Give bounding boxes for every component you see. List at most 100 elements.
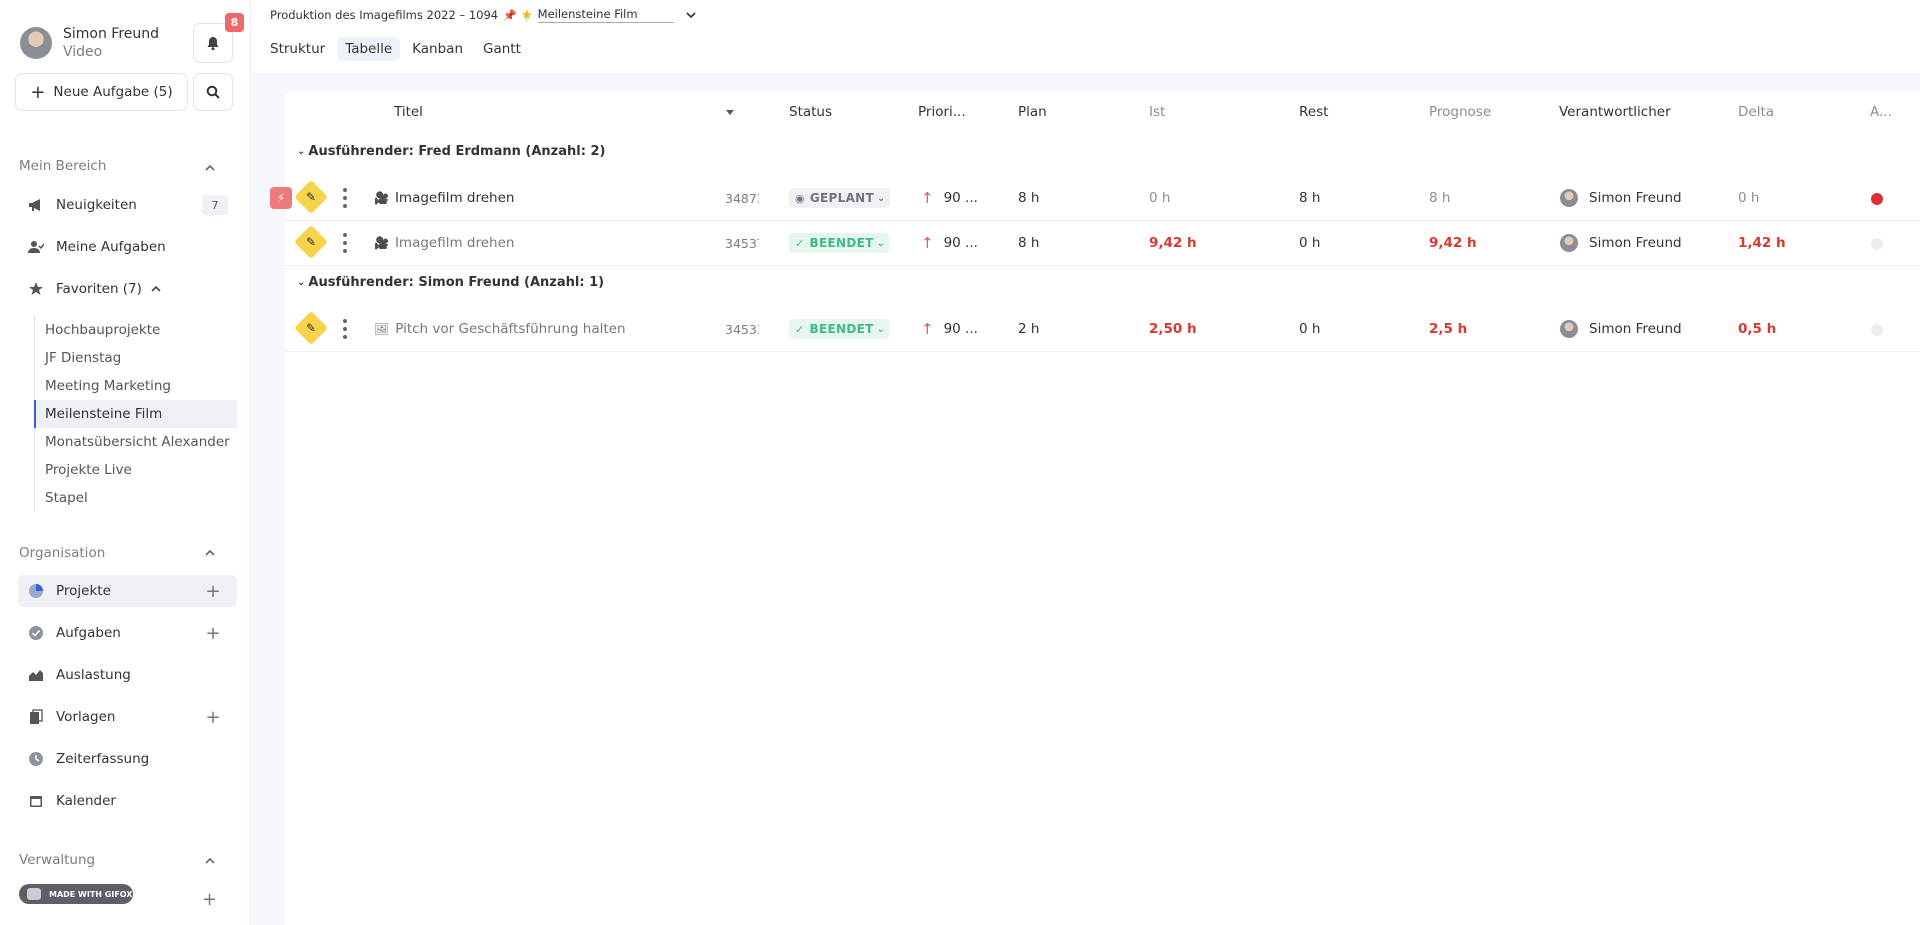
user-profile[interactable]: Simon Freund Video	[20, 25, 159, 61]
chevron-up-icon[interactable]	[203, 546, 217, 560]
favorite-item[interactable]: Meeting Marketing	[35, 372, 237, 400]
sidebar-item-label: Neuigkeiten	[56, 197, 137, 213]
gifox-icon	[27, 888, 41, 900]
favorite-item[interactable]: Projekte Live	[35, 456, 237, 484]
column-header-prognose[interactable]: Prognose	[1429, 104, 1491, 120]
favorite-item[interactable]: Hochbauprojekte	[35, 316, 237, 344]
sidebar-item-vorlagen[interactable]: Vorlagen +	[18, 701, 237, 733]
view-selector[interactable]: ★ Meilensteine Film	[521, 7, 696, 23]
responsible-cell[interactable]: Simon Freund	[1560, 176, 1682, 220]
tab-kanban[interactable]: Kanban	[404, 37, 471, 61]
edit-icon[interactable]: ✎	[294, 180, 328, 214]
status-dropdown[interactable]: ✓ BEENDET ⌄	[789, 319, 890, 339]
task-title-text: Pitch vor Geschäftsführung halten	[395, 321, 626, 337]
edit-icon[interactable]: ✎	[294, 225, 328, 259]
add-template-button[interactable]: +	[202, 707, 224, 728]
sidebar-item-projekte[interactable]: Projekte +	[18, 575, 237, 607]
sidebar-item-label: Auslastung	[56, 667, 131, 683]
project-title: Produktion des Imagefilms 2022 – 1094	[270, 8, 499, 22]
chevron-up-icon[interactable]	[203, 161, 217, 175]
user-role: Video	[63, 44, 103, 60]
group-label: Ausführender: Simon Freund (Anzahl: 1)	[308, 275, 605, 290]
column-header-ist[interactable]: Ist	[1149, 104, 1165, 120]
column-header-titel[interactable]: Titel	[394, 104, 423, 120]
tab-struktur[interactable]: Struktur	[262, 37, 333, 61]
rest-value: 8 h	[1299, 190, 1321, 206]
tab-gantt[interactable]: Gantt	[475, 37, 529, 61]
column-header-rest[interactable]: Rest	[1299, 104, 1328, 120]
add-admin-button[interactable]: +	[202, 889, 217, 910]
plan-value: 8 h	[1018, 190, 1040, 206]
calendar-icon	[26, 791, 46, 811]
chevron-down-icon[interactable]	[686, 11, 696, 19]
priority-value: 90 ...	[943, 235, 978, 251]
task-id: 34531	[725, 321, 759, 337]
add-task-button[interactable]: +	[202, 623, 224, 644]
tab-tabelle[interactable]: Tabelle	[337, 37, 401, 61]
user-check-icon	[26, 237, 46, 257]
planned-status-icon: ◉	[795, 191, 805, 205]
favorite-item[interactable]: Stapel	[35, 484, 237, 512]
pin-icon[interactable]: 📌	[503, 9, 517, 22]
table-row[interactable]: ✎ 🖼 Pitch vor Geschäftsführung halten 34…	[285, 307, 1920, 352]
status-dropdown[interactable]: ✓ BEENDET ⌄	[789, 233, 890, 253]
gifox-watermark: MADE WITH GIFOX	[19, 884, 133, 904]
sort-desc-icon[interactable]	[726, 110, 734, 115]
favorite-item-selected[interactable]: Meilensteine Film	[34, 400, 237, 428]
prognose-value: 2,5 h	[1429, 321, 1468, 337]
status-dot	[1871, 324, 1883, 336]
area-chart-icon	[26, 665, 46, 685]
copy-icon	[26, 707, 46, 727]
search-button[interactable]	[193, 73, 233, 111]
sidebar-item-label: Zeiterfassung	[56, 751, 150, 767]
table-row[interactable]: ✎ 🎥 Imagefilm drehen 34537 ✓ BEENDET ⌄ ↑…	[285, 221, 1920, 266]
add-project-button[interactable]: +	[202, 581, 224, 602]
sidebar-item-favoriten[interactable]: Favoriten (7)	[18, 273, 237, 305]
lightning-icon[interactable]: ⚡	[270, 187, 292, 209]
avatar	[20, 27, 52, 59]
sidebar-item-meine-aufgaben[interactable]: Meine Aufgaben	[18, 231, 237, 263]
favorites-list: Hochbauprojekte JF Dienstag Meeting Mark…	[34, 316, 237, 512]
check-icon: ✓	[795, 322, 805, 336]
plan-value: 8 h	[1018, 235, 1040, 251]
sidebar-item-label: Vorlagen	[56, 709, 116, 725]
responsible-cell[interactable]: Simon Freund	[1560, 307, 1682, 351]
responsible-cell[interactable]: Simon Freund	[1560, 221, 1682, 265]
prognose-value: 8 h	[1429, 190, 1451, 206]
priority-cell: ↑ 90 ...	[921, 221, 978, 265]
avatar	[1560, 189, 1578, 207]
sidebar-item-neuigkeiten[interactable]: Neuigkeiten 7	[18, 189, 237, 221]
task-title[interactable]: 🎥 Imagefilm drehen	[374, 221, 634, 265]
new-task-button[interactable]: + Neue Aufgabe (5)	[15, 73, 188, 111]
more-menu-icon[interactable]	[343, 233, 347, 253]
column-header-verantwortlicher[interactable]: Verantwortlicher	[1559, 104, 1671, 120]
chevron-up-icon[interactable]	[203, 854, 217, 868]
sidebar-item-auslastung[interactable]: Auslastung	[18, 659, 237, 691]
table-row[interactable]: ⚡ ✎ 🎥 Imagefilm drehen 34873 ◉ GEPLANT ⌄…	[270, 176, 1920, 221]
group-header[interactable]: ⌄ Ausführender: Simon Freund (Anzahl: 1)	[297, 275, 604, 290]
more-menu-icon[interactable]	[343, 188, 347, 208]
favorite-item[interactable]: JF Dienstag	[35, 344, 237, 372]
sidebar-item-kalender[interactable]: Kalender	[18, 785, 237, 817]
task-title[interactable]: 🖼 Pitch vor Geschäftsführung halten	[374, 307, 634, 351]
view-name-input[interactable]: Meilensteine Film	[537, 7, 674, 23]
sidebar-item-zeiterfassung[interactable]: Zeiterfassung	[18, 743, 237, 775]
group-header[interactable]: ⌄ Ausführender: Fred Erdmann (Anzahl: 2)	[297, 144, 605, 159]
column-header-delta[interactable]: Delta	[1738, 104, 1774, 120]
task-title[interactable]: 🎥 Imagefilm drehen	[374, 176, 634, 220]
more-menu-icon[interactable]	[343, 319, 347, 339]
status-dropdown[interactable]: ◉ GEPLANT ⌄	[789, 188, 890, 208]
column-header-status[interactable]: Status	[789, 104, 832, 120]
gifox-label: MADE WITH GIFOX	[49, 889, 133, 899]
bell-icon	[207, 36, 219, 50]
sidebar-item-aufgaben[interactable]: Aufgaben +	[18, 617, 237, 649]
column-header-plan[interactable]: Plan	[1018, 104, 1047, 120]
column-header-prioritaet[interactable]: Priori...	[918, 104, 966, 120]
column-header-a[interactable]: A...	[1870, 104, 1892, 120]
chevron-up-icon	[151, 285, 161, 292]
breadcrumb[interactable]: Produktion des Imagefilms 2022 – 1094 📌 …	[270, 8, 537, 22]
megaphone-icon	[26, 195, 46, 215]
favorite-item[interactable]: Monatsübersicht Alexander	[35, 428, 237, 456]
edit-icon[interactable]: ✎	[294, 311, 328, 345]
pie-chart-icon	[26, 581, 46, 601]
